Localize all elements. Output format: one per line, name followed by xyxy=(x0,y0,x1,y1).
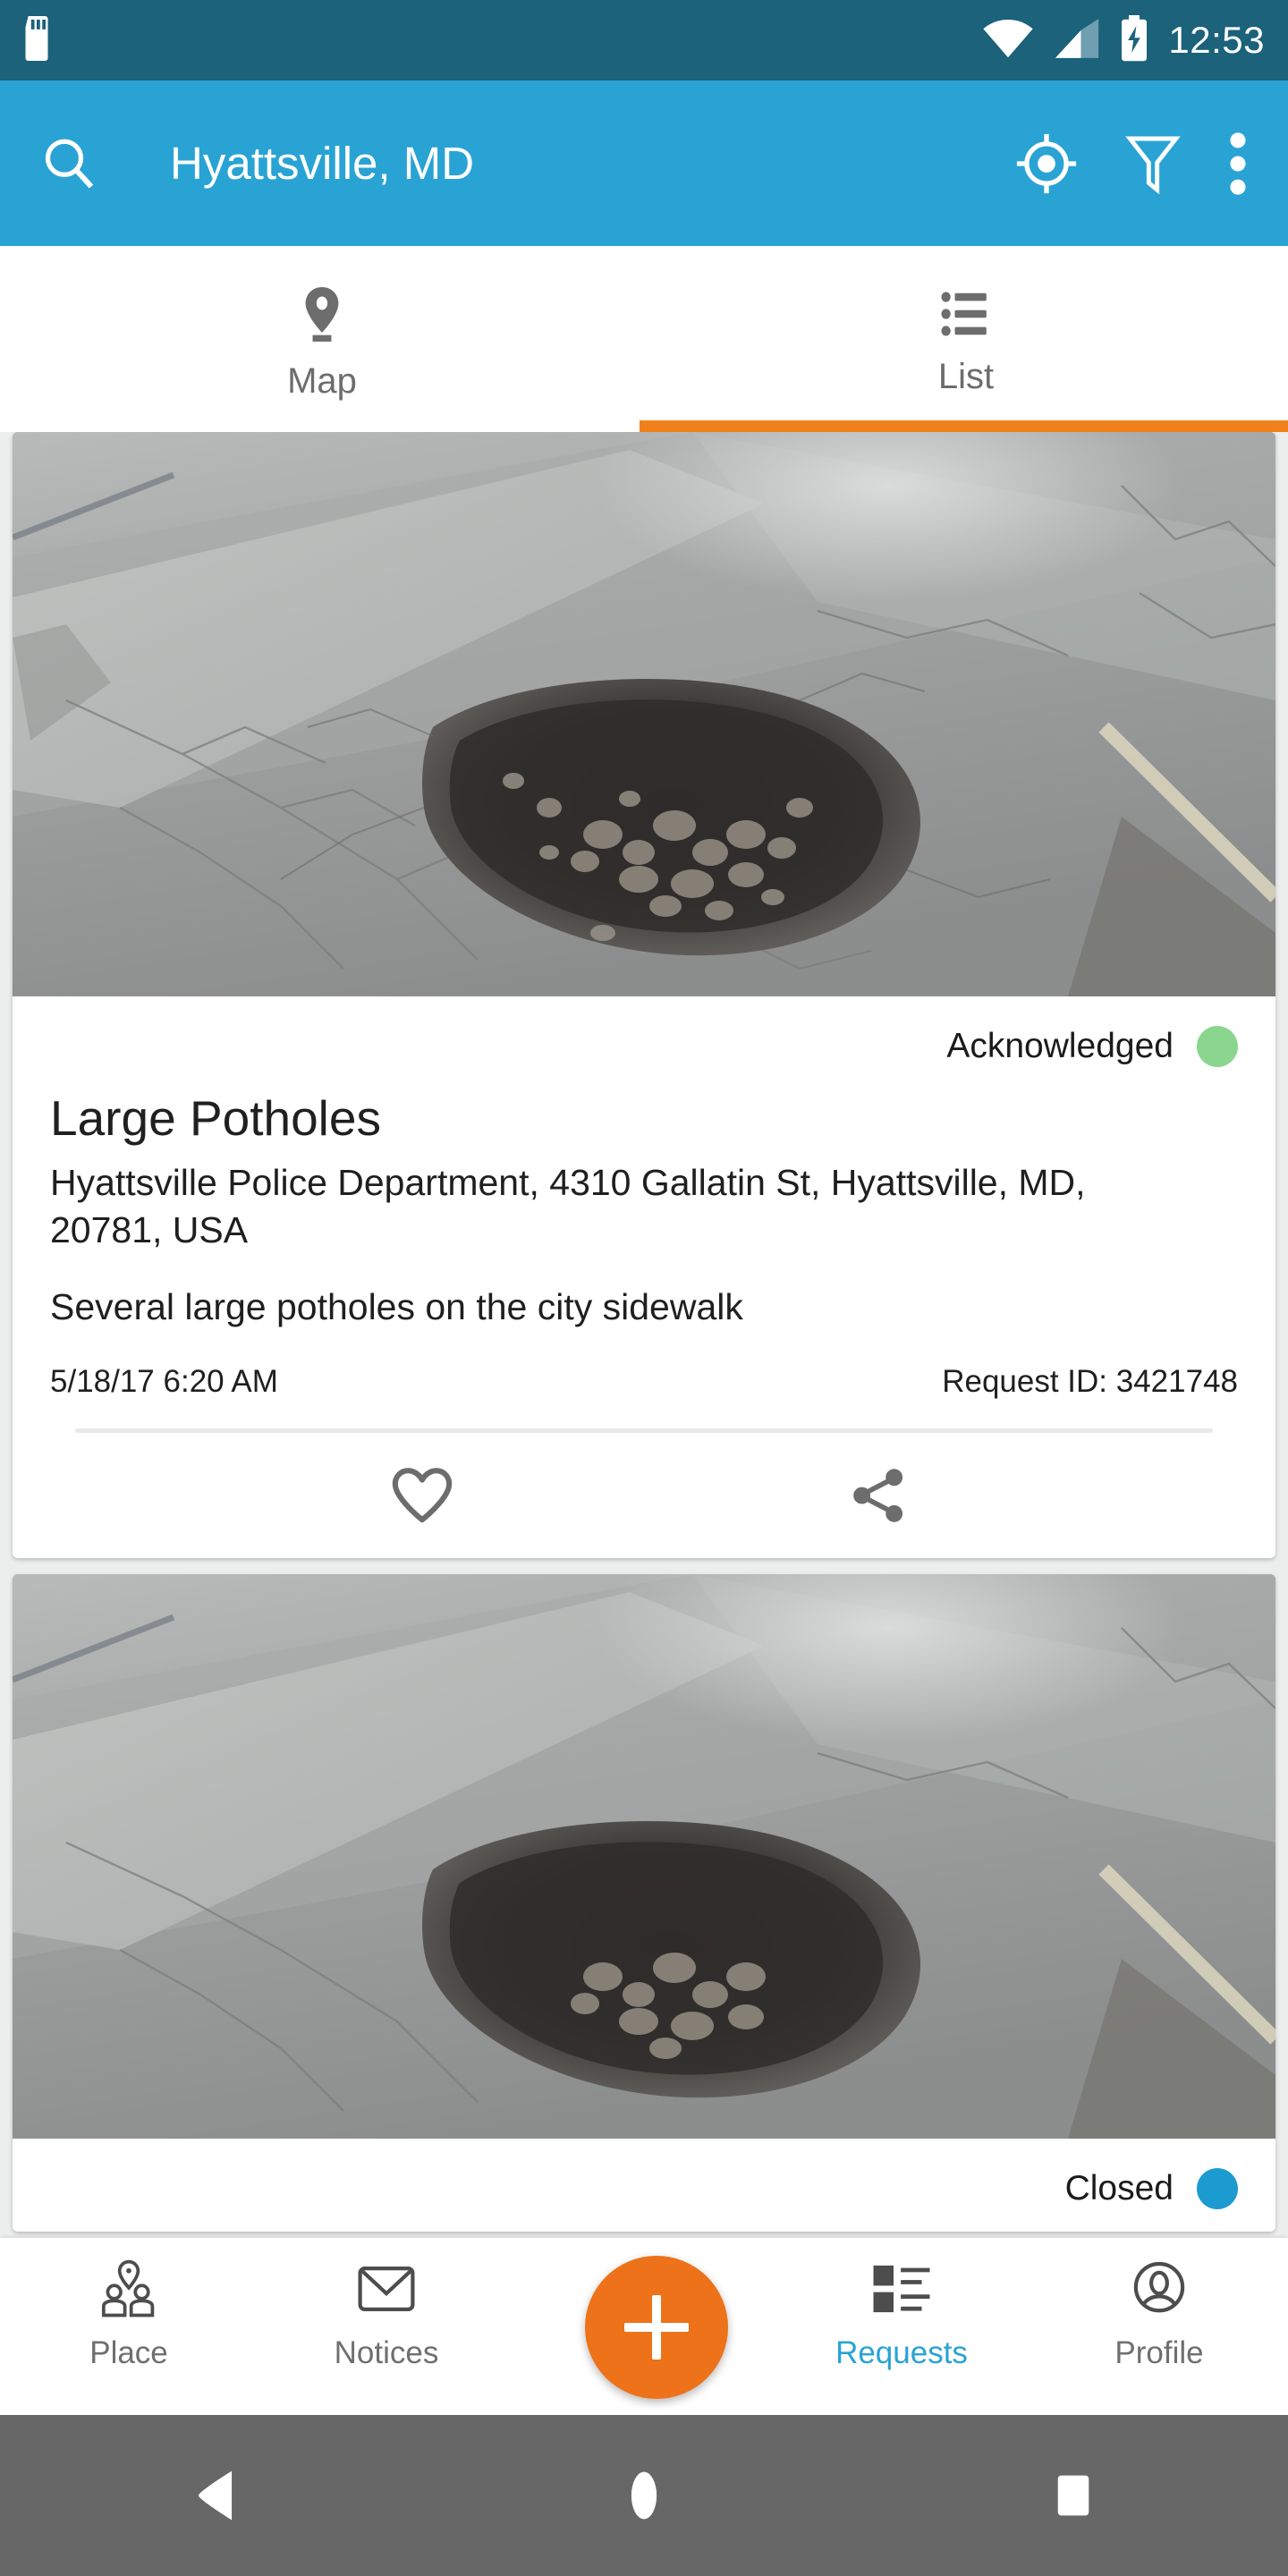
system-navigation-bar xyxy=(0,2415,1288,2576)
plus-icon-vertical xyxy=(652,2295,661,2360)
nav-item-place[interactable]: Place xyxy=(0,2238,258,2371)
status-bar-left-icons xyxy=(20,15,54,65)
request-card[interactable]: Closed xyxy=(13,1574,1275,2233)
nav-label-place: Place xyxy=(89,2335,168,2370)
nav-label-profile: Profile xyxy=(1114,2335,1204,2370)
tab-list[interactable]: List xyxy=(644,246,1288,432)
nav-item-notices[interactable]: Notices xyxy=(258,2238,515,2371)
recents-square-icon[interactable] xyxy=(984,2415,1163,2576)
status-bar-clock: 12:53 xyxy=(1168,19,1265,61)
request-meta: 5/18/17 6:20 AM Request ID: 3421748 xyxy=(50,1364,1238,1400)
app-bar-actions xyxy=(1014,130,1261,198)
pothole-photo[interactable] xyxy=(13,432,1275,996)
status-badge: Acknowledged xyxy=(50,1004,1238,1089)
tab-active-indicator xyxy=(640,420,1288,432)
filter-icon[interactable] xyxy=(1125,132,1181,195)
people-place-icon xyxy=(95,2259,163,2323)
sd-card-icon xyxy=(20,15,54,65)
page-title: Hyattsville, MD xyxy=(170,138,475,189)
request-card-body: Acknowledged Large Potholes Hyattsville … xyxy=(13,996,1275,1558)
status-bar: 12:53 xyxy=(0,0,1288,80)
nav-item-profile[interactable]: Profile xyxy=(1030,2238,1288,2371)
request-description: Several large potholes on the city sidew… xyxy=(50,1286,743,1328)
request-timestamp: 5/18/17 6:20 AM xyxy=(50,1364,278,1400)
request-card-body: Closed xyxy=(13,2139,1275,2232)
battery-charging-icon xyxy=(1120,14,1148,66)
app-bar: Hyattsville, MD xyxy=(0,80,1288,246)
request-card[interactable]: Acknowledged Large Potholes Hyattsville … xyxy=(13,432,1275,1559)
map-pin-icon xyxy=(300,285,344,347)
account-circle-icon xyxy=(1128,2259,1191,2323)
pothole-photo[interactable] xyxy=(13,1574,1275,2140)
tab-map-label: Map xyxy=(287,361,357,401)
status-badge: Closed xyxy=(50,2146,1238,2232)
cellular-signal-icon xyxy=(1054,18,1100,64)
back-triangle-icon[interactable] xyxy=(125,2415,304,2576)
tab-map[interactable]: Map xyxy=(0,246,644,432)
nav-label-requests: Requests xyxy=(835,2335,968,2370)
status-dot xyxy=(1197,1026,1238,1067)
wifi-icon xyxy=(982,18,1034,64)
app-screen: 12:53 Hyattsville, MD Map List Acknowled… xyxy=(0,0,1288,2576)
nav-label-notices: Notices xyxy=(334,2335,439,2370)
requests-list-icon xyxy=(869,2259,934,2323)
request-list[interactable]: Acknowledged Large Potholes Hyattsville … xyxy=(0,432,1288,2238)
add-request-fab[interactable] xyxy=(585,2256,728,2399)
overflow-menu-icon[interactable] xyxy=(1227,130,1249,198)
list-icon xyxy=(941,290,991,343)
home-circle-icon[interactable] xyxy=(555,2415,733,2576)
request-id: Request ID: 3421748 xyxy=(942,1364,1238,1400)
my-location-icon[interactable] xyxy=(1014,131,1079,196)
tab-bar: Map List xyxy=(0,246,1288,432)
nav-item-requests[interactable]: Requests xyxy=(773,2238,1030,2371)
status-dot xyxy=(1197,2168,1238,2210)
heart-icon[interactable] xyxy=(390,1466,454,1525)
share-icon[interactable] xyxy=(848,1466,909,1525)
tab-list-label: List xyxy=(937,357,995,396)
request-title: Large Potholes xyxy=(50,1090,381,1146)
search-icon[interactable] xyxy=(38,132,100,195)
card-actions xyxy=(50,1433,1238,1558)
status-label: Acknowledged xyxy=(946,1027,1174,1065)
status-bar-right-icons: 12:53 xyxy=(982,14,1265,66)
envelope-icon xyxy=(355,2259,418,2323)
request-address: Hyattsville Police Department, 4310 Gall… xyxy=(50,1161,1086,1250)
status-label: Closed xyxy=(1064,2169,1174,2208)
